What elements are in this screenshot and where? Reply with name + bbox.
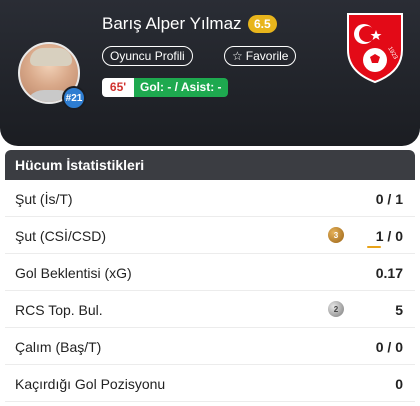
player-profile-button[interactable]: Oyuncu Profili [102,46,193,66]
stat-label: Şut (İs/T) [15,191,73,207]
star-outline-icon: ☆ [232,49,243,63]
team-crest-icon[interactable]: 1923 [344,10,406,84]
stat-label: Şut (CSİ/CSD) [15,228,107,244]
attack-stats-list: Şut (İs/T) 0 / 1 Şut (CSİ/CSD) 3 1 / 0 G… [5,180,415,402]
stat-label: Gol Beklentisi (xG) [15,265,132,281]
attack-stats-title: Hücum İstatistikleri [5,150,415,180]
stat-row-xg: Gol Beklentisi (xG) 0.17 [5,254,415,291]
stat-row-shots-target: Şut (CSİ/CSD) 3 1 / 0 [5,217,415,254]
stat-value: 0 [395,376,403,392]
minutes-played: 65' [102,78,134,97]
stat-label: RCS Top. Bul. [15,302,103,318]
rating-badge: 6.5 [248,15,277,33]
stat-value: 5 [395,302,403,318]
favorite-button[interactable]: ☆ Favorile [224,46,297,66]
stat-row-dribbles: Çalım (Baş/T) 0 / 0 [5,328,415,365]
stat-label: Kaçırdığı Gol Pozisyonu [15,376,166,392]
stat-value: 0 / 1 [375,191,403,207]
player-name: Barış Alper Yılmaz [102,14,242,33]
stat-value: 0.17 [375,265,403,281]
player-profile-label: Oyuncu Profili [110,49,185,63]
stat-value: 0 / 0 [375,339,403,355]
bronze-medal-icon: 3 [328,227,344,243]
stat-row-ball-recovery: RCS Top. Bul. 2 5 [5,291,415,328]
stat-label: Çalım (Baş/T) [15,339,102,355]
player-header: #21 Barış Alper Yılmaz 6.5 Oyuncu Profil… [0,0,420,146]
favorite-label: Favorile [245,49,289,63]
highlight-underline [367,246,381,248]
goals-assists: Gol: - / Asist: - [134,78,228,97]
avatar-hair [30,48,72,66]
stat-row-missed-chances: Kaçırdığı Gol Pozisyonu 0 [5,365,415,402]
silver-medal-icon: 2 [328,301,344,317]
jersey-number-badge: #21 [62,86,86,110]
stat-value: 1 / 0 [375,228,403,244]
stat-row-shots: Şut (İs/T) 0 / 1 [5,180,415,217]
